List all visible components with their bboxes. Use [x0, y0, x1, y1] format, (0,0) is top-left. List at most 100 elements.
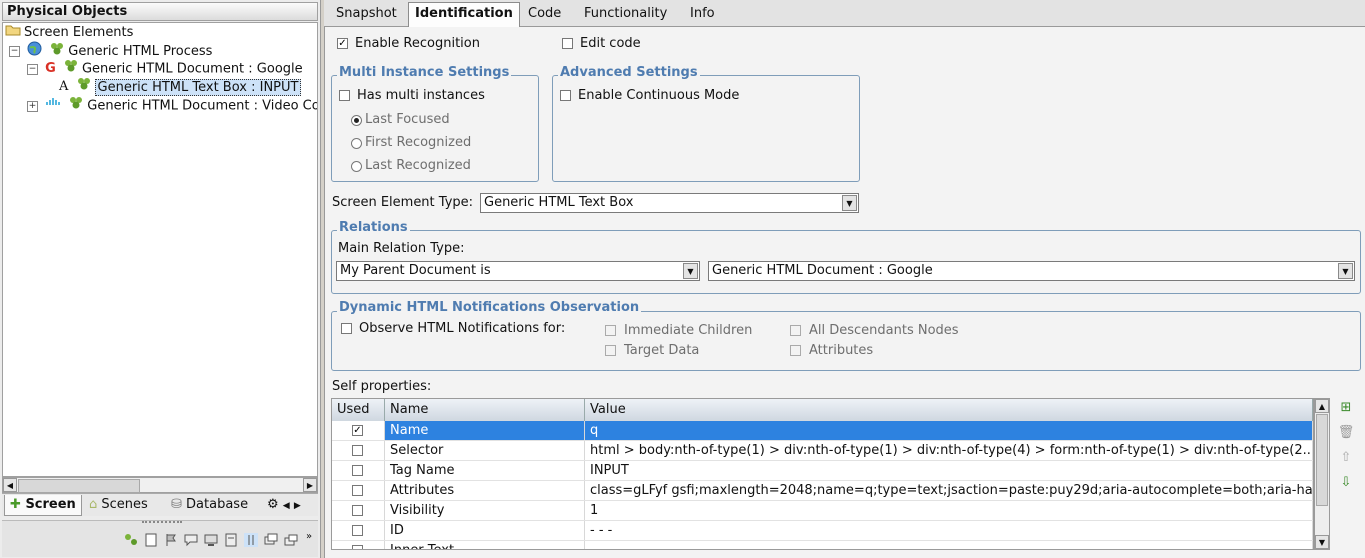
observe-notifications-checkbox[interactable]	[341, 323, 352, 334]
col-header-value[interactable]: Value	[585, 399, 1313, 421]
screen-element-type-select[interactable]: Generic HTML Text Box ▼	[480, 193, 859, 213]
used-cell[interactable]	[332, 501, 385, 520]
target-data-checkbox[interactable]	[605, 345, 616, 356]
tree-node-text-box[interactable]: A Generic HTML Text Box : INPUT	[59, 77, 302, 96]
tool-page-icon[interactable]	[224, 533, 238, 547]
collapse-toggle-icon[interactable]: −	[9, 46, 20, 57]
drag-handle[interactable]	[142, 521, 182, 526]
name-cell[interactable]: Selector	[385, 441, 585, 460]
tool-comment-icon[interactable]	[184, 533, 198, 547]
immediate-children-checkbox[interactable]	[605, 325, 616, 336]
scroll-right-icon[interactable]: ▶	[303, 478, 317, 492]
value-cell[interactable]: html > body:nth-of-type(1) > div:nth-of-…	[585, 441, 1313, 460]
name-cell[interactable]: Inner Text	[385, 541, 585, 549]
toolbar-overflow-icon[interactable]: »	[306, 531, 312, 542]
col-header-used[interactable]: Used	[332, 399, 385, 421]
used-cell[interactable]: ✓	[332, 421, 385, 440]
value-cell[interactable]: INPUT	[585, 461, 1313, 480]
object-tree[interactable]: Screen Elements − Generic HTML Process −…	[2, 22, 318, 477]
used-checkbox[interactable]: ✓	[352, 425, 363, 436]
tool-relations-icon[interactable]	[124, 533, 138, 547]
scroll-down-icon[interactable]: ▼	[1315, 535, 1329, 549]
selected-tree-label[interactable]: Generic HTML Text Box : INPUT	[94, 78, 302, 96]
value-cell[interactable]: class=gLFyf gsfi;maxlength=2048;name=q;t…	[585, 481, 1313, 500]
used-checkbox[interactable]	[352, 505, 363, 516]
scroll-thumb[interactable]	[1316, 414, 1328, 506]
continuous-mode-checkbox[interactable]	[560, 90, 571, 101]
chevron-down-icon[interactable]: ▼	[1338, 263, 1353, 279]
move-down-icon[interactable]: ⇩	[1337, 474, 1355, 492]
tool-windows-icon[interactable]	[284, 533, 298, 547]
tab-functionality[interactable]: Functionality	[578, 3, 673, 25]
first-recognized-radio[interactable]	[351, 138, 362, 149]
relation-target-select[interactable]: Generic HTML Document : Google ▼	[708, 261, 1355, 281]
tree-node-google-document[interactable]: − G Generic HTML Document : Google	[27, 59, 303, 77]
tool-stack-icon[interactable]	[264, 533, 278, 547]
value-cell[interactable]	[585, 541, 1313, 549]
tab-database[interactable]: ⛁ Database	[166, 495, 253, 515]
name-cell[interactable]: Tag Name	[385, 461, 585, 480]
edit-code-checkbox[interactable]	[562, 38, 573, 49]
col-header-name[interactable]: Name	[385, 399, 585, 421]
chevron-down-icon[interactable]: ▼	[683, 263, 698, 279]
table-vertical-scrollbar[interactable]: ▲ ▼	[1314, 398, 1330, 550]
scroll-up-icon[interactable]: ▲	[1315, 399, 1329, 413]
table-row[interactable]: ✓ Name q	[332, 421, 1313, 441]
tab-identification[interactable]: Identification	[408, 2, 520, 27]
name-cell[interactable]: Attributes	[385, 481, 585, 500]
last-recognized-radio[interactable]	[351, 161, 362, 172]
used-checkbox[interactable]	[352, 445, 363, 456]
attributes-checkbox[interactable]	[790, 345, 801, 356]
scroll-left-icon[interactable]: ◀	[3, 478, 17, 492]
name-cell[interactable]: Visibility	[385, 501, 585, 520]
used-cell[interactable]	[332, 441, 385, 460]
tool-document-icon[interactable]	[144, 533, 158, 547]
more-tabs[interactable]: ⚙ ◀ ▶	[262, 495, 306, 515]
value-cell[interactable]: - - -	[585, 521, 1313, 540]
table-row[interactable]: Inner Text	[332, 541, 1313, 549]
used-cell[interactable]	[332, 541, 385, 549]
tab-screen[interactable]: ✚ Screen	[4, 495, 82, 516]
used-checkbox[interactable]	[352, 465, 363, 476]
tree-node-screen-elements[interactable]: Screen Elements	[5, 23, 133, 41]
has-multi-instances-checkbox[interactable]	[339, 90, 350, 101]
used-checkbox[interactable]	[352, 545, 363, 549]
table-row[interactable]: Tag Name INPUT	[332, 461, 1313, 481]
value-cell[interactable]: 1	[585, 501, 1313, 520]
chevron-down-icon[interactable]: ▼	[842, 195, 857, 211]
delete-property-icon[interactable]: 🗑	[1337, 424, 1355, 442]
tool-flag-icon[interactable]	[164, 533, 178, 547]
table-row[interactable]: Selector html > body:nth-of-type(1) > div…	[332, 441, 1313, 461]
tool-monitor-icon[interactable]	[204, 533, 218, 547]
table-row[interactable]: Visibility 1	[332, 501, 1313, 521]
table-row[interactable]: ID - - -	[332, 521, 1313, 541]
all-descendants-checkbox[interactable]	[790, 325, 801, 336]
collapse-toggle-icon[interactable]: −	[27, 63, 38, 75]
tree-node-process[interactable]: − Generic HTML Process	[9, 41, 212, 59]
last-focused-radio[interactable]	[351, 115, 362, 126]
table-row[interactable]: Attributes class=gLFyf gsfi;maxlength=204…	[332, 481, 1313, 501]
expand-toggle-icon[interactable]: +	[27, 100, 38, 112]
value-cell[interactable]: q	[585, 421, 1313, 440]
move-up-icon[interactable]: ⇧	[1337, 449, 1355, 467]
used-cell[interactable]	[332, 461, 385, 480]
name-cell[interactable]: ID	[385, 521, 585, 540]
tool-columns-icon[interactable]	[244, 533, 258, 547]
add-property-icon[interactable]: ⊞	[1337, 399, 1355, 417]
self-properties-table[interactable]: Used Name Value ✓ Name q Selector html > bod…	[331, 398, 1314, 550]
used-cell[interactable]	[332, 521, 385, 540]
relation-type-select[interactable]: My Parent Document is ▼	[336, 261, 700, 281]
tree-node-video-conf-document[interactable]: + Generic HTML Document : Video Conf	[27, 96, 317, 114]
tab-code[interactable]: Code	[522, 3, 567, 25]
enable-recognition-checkbox[interactable]: ✓	[337, 38, 348, 49]
tab-scroll-right-icon[interactable]: ▶	[294, 501, 301, 511]
tab-scenes[interactable]: ⌂ Scenes	[84, 495, 153, 515]
name-cell[interactable]: Name	[385, 421, 585, 440]
tree-horizontal-scrollbar[interactable]: ◀ ▶	[2, 477, 318, 493]
used-cell[interactable]	[332, 481, 385, 500]
tab-info[interactable]: Info	[684, 3, 721, 25]
used-checkbox[interactable]	[352, 525, 363, 536]
scroll-thumb[interactable]	[18, 479, 140, 493]
tab-scroll-left-icon[interactable]: ◀	[283, 501, 290, 511]
used-checkbox[interactable]	[352, 485, 363, 496]
